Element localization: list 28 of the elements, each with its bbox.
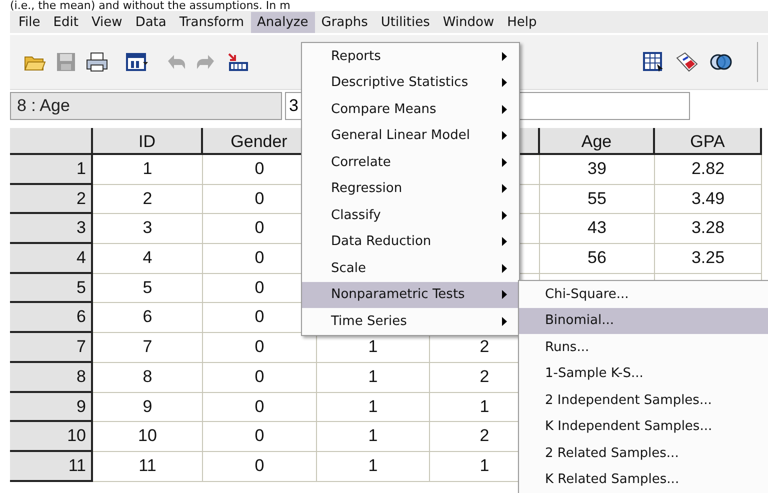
table-cell: 3.25	[655, 244, 762, 274]
table-cell: 1	[317, 362, 430, 392]
table-cell: 3	[93, 214, 203, 244]
table-cell: 1	[93, 155, 203, 185]
table-cell: 5	[93, 274, 203, 304]
table-cell: 55	[540, 184, 655, 214]
table-cell: 11	[93, 452, 203, 482]
table-cell: 0	[203, 362, 317, 392]
table-cell: 56	[540, 244, 655, 274]
table-cell: 6	[93, 303, 203, 334]
table-cell: 8	[93, 362, 203, 392]
table-cell: 1	[317, 422, 430, 452]
table-cell: 9	[93, 392, 203, 422]
table-cell: 0	[203, 392, 317, 422]
table-cell: 0	[203, 422, 317, 452]
table-cell: 3.28	[655, 214, 762, 244]
table-cell: 10	[93, 422, 203, 452]
document-text: (i.e., the mean) and without the assumptions. In m	[9, 0, 292, 11]
table-cell: 1	[317, 392, 430, 422]
table-cell: 3.49	[655, 184, 762, 214]
table-cell: 43	[540, 214, 655, 244]
table-cell: 4	[93, 244, 203, 274]
table-cell: 1	[317, 452, 430, 482]
table-cell: 2.82	[655, 155, 762, 185]
table-cell: 39	[540, 155, 655, 185]
table-cell: 7	[93, 333, 203, 363]
table-cell: 0	[203, 452, 317, 482]
table-cell: 2	[93, 184, 203, 214]
